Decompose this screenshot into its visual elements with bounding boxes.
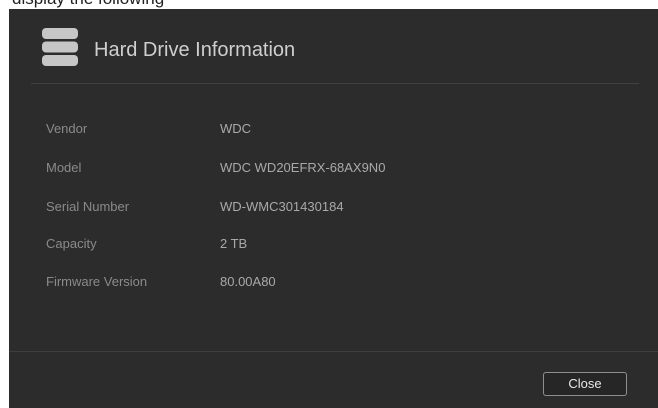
hard-drive-stack-icon: [42, 28, 78, 66]
info-row-model: Model WDC WD20EFRX-68AX9N0: [46, 158, 626, 178]
footer-divider: [9, 351, 658, 352]
model-value: WDC WD20EFRX-68AX9N0: [220, 160, 386, 175]
model-label: Model: [46, 160, 82, 175]
serial-number-label: Serial Number: [46, 199, 130, 214]
info-row-serial-number: Serial Number WD-WMC301430184: [46, 197, 626, 217]
vendor-value: WDC: [220, 121, 252, 136]
capacity-value: 2 TB: [220, 236, 248, 251]
header-divider: [31, 83, 639, 84]
capacity-label: Capacity: [46, 236, 97, 251]
hard-drive-information-dialog: Hard Drive Information Vendor WDC Model …: [9, 9, 658, 408]
info-row-capacity: Capacity 2 TB: [46, 234, 626, 254]
info-row-firmware-version: Firmware Version 80.00A80: [46, 272, 626, 292]
vendor-label: Vendor: [46, 121, 88, 136]
dialog-title: Hard Drive Information: [94, 39, 296, 61]
serial-number-value: WD-WMC301430184: [220, 199, 344, 214]
background-page-caption: display the following: [0, 0, 658, 9]
dialog-header: Hard Drive Information: [9, 9, 658, 83]
background-caption-text: display the following: [12, 0, 164, 9]
firmware-version-value: 80.00A80: [220, 274, 276, 289]
info-row-vendor: Vendor WDC: [46, 119, 626, 139]
close-button[interactable]: Close: [543, 372, 627, 396]
firmware-version-label: Firmware Version: [46, 274, 148, 289]
